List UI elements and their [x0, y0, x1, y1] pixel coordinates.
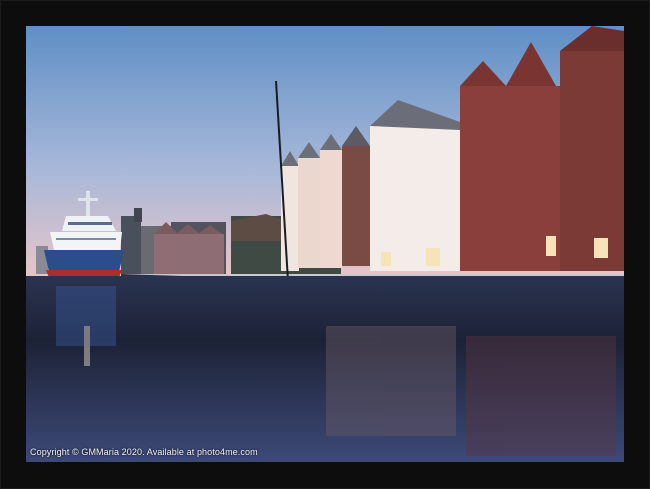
- harbor-photo: Copyright © GMMaria 2020. Available at p…: [26, 26, 624, 462]
- copyright-notice: Copyright © GMMaria 2020. Available at p…: [30, 447, 258, 457]
- picture-frame: Copyright © GMMaria 2020. Available at p…: [0, 0, 650, 489]
- harbor-scene: [26, 26, 624, 462]
